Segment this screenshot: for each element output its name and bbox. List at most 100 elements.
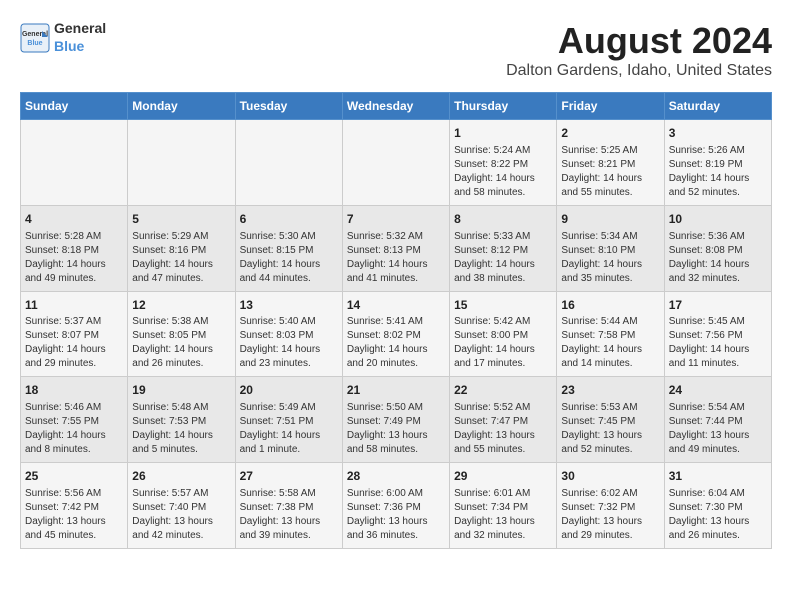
calendar-cell: 19 Sunrise: 5:48 AM Sunset: 7:53 PM Dayli… — [128, 377, 235, 463]
day-info: Sunrise: 5:53 AM Sunset: 7:45 PM Dayligh… — [561, 401, 659, 457]
calendar-cell: 18 Sunrise: 5:46 AM Sunset: 7:55 PM Dayli… — [21, 377, 128, 463]
day-info: Sunrise: 5:57 AM Sunset: 7:40 PM Dayligh… — [132, 487, 230, 543]
calendar-cell: 7Sunrise: 5:32 AM Sunset: 8:13 PM Daylig… — [342, 205, 449, 291]
weekday-header-sunday: Sunday — [21, 93, 128, 120]
day-info: Sunrise: 5:38 AM Sunset: 8:05 PM Dayligh… — [132, 315, 230, 371]
calendar-cell: 2Sunrise: 5:25 AM Sunset: 8:21 PM Daylig… — [557, 120, 664, 206]
calendar-cell: 10 Sunrise: 5:36 AM Sunset: 8:08 PM Dayli… — [664, 205, 771, 291]
day-info: Sunrise: 5:25 AM Sunset: 8:21 PM Dayligh… — [561, 144, 659, 200]
day-info: Sunrise: 5:40 AM Sunset: 8:03 PM Dayligh… — [240, 315, 338, 371]
calendar-cell: 21 Sunrise: 5:50 AM Sunset: 7:49 PM Dayli… — [342, 377, 449, 463]
day-info: Sunrise: 5:28 AM Sunset: 8:18 PM Dayligh… — [25, 230, 123, 286]
calendar-cell: 31 Sunrise: 6:04 AM Sunset: 7:30 PM Dayli… — [664, 463, 771, 549]
day-info: Sunrise: 5:48 AM Sunset: 7:53 PM Dayligh… — [132, 401, 230, 457]
weekday-header-wednesday: Wednesday — [342, 93, 449, 120]
day-info: Sunrise: 6:00 AM Sunset: 7:36 PM Dayligh… — [347, 487, 445, 543]
day-number: 31 — [669, 468, 767, 485]
calendar-cell: 16Sunrise: 5:44 AM Sunset: 7:58 PM Dayli… — [557, 291, 664, 377]
day-number: 24 — [669, 382, 767, 399]
day-info: Sunrise: 5:26 AM Sunset: 8:19 PM Dayligh… — [669, 144, 767, 200]
day-info: Sunrise: 5:41 AM Sunset: 8:02 PM Dayligh… — [347, 315, 445, 371]
logo-blue: Blue — [54, 38, 84, 54]
calendar-cell: 15Sunrise: 5:42 AM Sunset: 8:00 PM Dayli… — [450, 291, 557, 377]
day-info: Sunrise: 6:02 AM Sunset: 7:32 PM Dayligh… — [561, 487, 659, 543]
calendar-cell: 13Sunrise: 5:40 AM Sunset: 8:03 PM Dayli… — [235, 291, 342, 377]
calendar-cell — [342, 120, 449, 206]
day-info: Sunrise: 5:37 AM Sunset: 8:07 PM Dayligh… — [25, 315, 123, 371]
day-number: 27 — [240, 468, 338, 485]
calendar-cell: 5 Sunrise: 5:29 AM Sunset: 8:16 PM Daylig… — [128, 205, 235, 291]
day-number: 19 — [132, 382, 230, 399]
day-info: Sunrise: 5:46 AM Sunset: 7:55 PM Dayligh… — [25, 401, 123, 457]
day-info: Sunrise: 5:30 AM Sunset: 8:15 PM Dayligh… — [240, 230, 338, 286]
day-number: 9 — [561, 211, 659, 228]
day-number: 5 — [132, 211, 230, 228]
day-number: 3 — [669, 125, 767, 142]
page-header: August 2024 Dalton Gardens, Idaho, Unite… — [506, 20, 772, 80]
page-title: August 2024 — [506, 20, 772, 62]
day-number: 1 — [454, 125, 552, 142]
logo: General Blue General Blue — [20, 20, 106, 56]
calendar-cell: 4 Sunrise: 5:28 AM Sunset: 8:18 PM Daylig… — [21, 205, 128, 291]
calendar-cell: 25Sunrise: 5:56 AM Sunset: 7:42 PM Dayli… — [21, 463, 128, 549]
calendar-cell: 1 Sunrise: 5:24 AM Sunset: 8:22 PM Daylig… — [450, 120, 557, 206]
day-number: 26 — [132, 468, 230, 485]
day-number: 4 — [25, 211, 123, 228]
day-info: Sunrise: 5:58 AM Sunset: 7:38 PM Dayligh… — [240, 487, 338, 543]
day-info: Sunrise: 5:50 AM Sunset: 7:49 PM Dayligh… — [347, 401, 445, 457]
calendar-table: SundayMondayTuesdayWednesdayThursdayFrid… — [20, 92, 772, 549]
calendar-cell: 17Sunrise: 5:45 AM Sunset: 7:56 PM Dayli… — [664, 291, 771, 377]
day-number: 14 — [347, 297, 445, 314]
day-number: 13 — [240, 297, 338, 314]
calendar-cell — [21, 120, 128, 206]
day-number: 21 — [347, 382, 445, 399]
day-info: Sunrise: 5:24 AM Sunset: 8:22 PM Dayligh… — [454, 144, 552, 200]
day-number: 18 — [25, 382, 123, 399]
calendar-cell: 11Sunrise: 5:37 AM Sunset: 8:07 PM Dayli… — [21, 291, 128, 377]
day-number: 22 — [454, 382, 552, 399]
day-number: 20 — [240, 382, 338, 399]
day-info: Sunrise: 5:29 AM Sunset: 8:16 PM Dayligh… — [132, 230, 230, 286]
weekday-header-saturday: Saturday — [664, 93, 771, 120]
weekday-header-friday: Friday — [557, 93, 664, 120]
day-number: 11 — [25, 297, 123, 314]
day-number: 30 — [561, 468, 659, 485]
weekday-header-thursday: Thursday — [450, 93, 557, 120]
calendar-cell: 3 Sunrise: 5:26 AM Sunset: 8:19 PM Daylig… — [664, 120, 771, 206]
day-number: 12 — [132, 297, 230, 314]
day-number: 15 — [454, 297, 552, 314]
day-info: Sunrise: 5:32 AM Sunset: 8:13 PM Dayligh… — [347, 230, 445, 286]
calendar-cell: 20Sunrise: 5:49 AM Sunset: 7:51 PM Dayli… — [235, 377, 342, 463]
day-number: 6 — [240, 211, 338, 228]
day-info: Sunrise: 5:36 AM Sunset: 8:08 PM Dayligh… — [669, 230, 767, 286]
calendar-cell: 6 Sunrise: 5:30 AM Sunset: 8:15 PM Daylig… — [235, 205, 342, 291]
calendar-cell: 26 Sunrise: 5:57 AM Sunset: 7:40 PM Dayli… — [128, 463, 235, 549]
day-number: 16 — [561, 297, 659, 314]
day-info: Sunrise: 5:33 AM Sunset: 8:12 PM Dayligh… — [454, 230, 552, 286]
day-info: Sunrise: 5:42 AM Sunset: 8:00 PM Dayligh… — [454, 315, 552, 371]
calendar-cell: 30 Sunrise: 6:02 AM Sunset: 7:32 PM Dayli… — [557, 463, 664, 549]
day-info: Sunrise: 5:52 AM Sunset: 7:47 PM Dayligh… — [454, 401, 552, 457]
calendar-cell: 8 Sunrise: 5:33 AM Sunset: 8:12 PM Daylig… — [450, 205, 557, 291]
day-number: 8 — [454, 211, 552, 228]
calendar-cell: 22 Sunrise: 5:52 AM Sunset: 7:47 PM Dayli… — [450, 377, 557, 463]
day-info: Sunrise: 5:44 AM Sunset: 7:58 PM Dayligh… — [561, 315, 659, 371]
calendar-cell: 23 Sunrise: 5:53 AM Sunset: 7:45 PM Dayli… — [557, 377, 664, 463]
calendar-cell: 12Sunrise: 5:38 AM Sunset: 8:05 PM Dayli… — [128, 291, 235, 377]
calendar-cell — [235, 120, 342, 206]
day-number: 25 — [25, 468, 123, 485]
calendar-cell: 29Sunrise: 6:01 AM Sunset: 7:34 PM Dayli… — [450, 463, 557, 549]
day-number: 10 — [669, 211, 767, 228]
calendar-cell: 28 Sunrise: 6:00 AM Sunset: 7:36 PM Dayli… — [342, 463, 449, 549]
day-number: 28 — [347, 468, 445, 485]
page-subtitle: Dalton Gardens, Idaho, United States — [506, 62, 772, 80]
day-number: 17 — [669, 297, 767, 314]
day-info: Sunrise: 5:54 AM Sunset: 7:44 PM Dayligh… — [669, 401, 767, 457]
calendar-cell: 24 Sunrise: 5:54 AM Sunset: 7:44 PM Dayli… — [664, 377, 771, 463]
logo-general: General — [54, 20, 106, 36]
day-info: Sunrise: 6:04 AM Sunset: 7:30 PM Dayligh… — [669, 487, 767, 543]
calendar-cell: 14Sunrise: 5:41 AM Sunset: 8:02 PM Dayli… — [342, 291, 449, 377]
day-number: 29 — [454, 468, 552, 485]
svg-text:Blue: Blue — [27, 40, 42, 47]
day-number: 23 — [561, 382, 659, 399]
